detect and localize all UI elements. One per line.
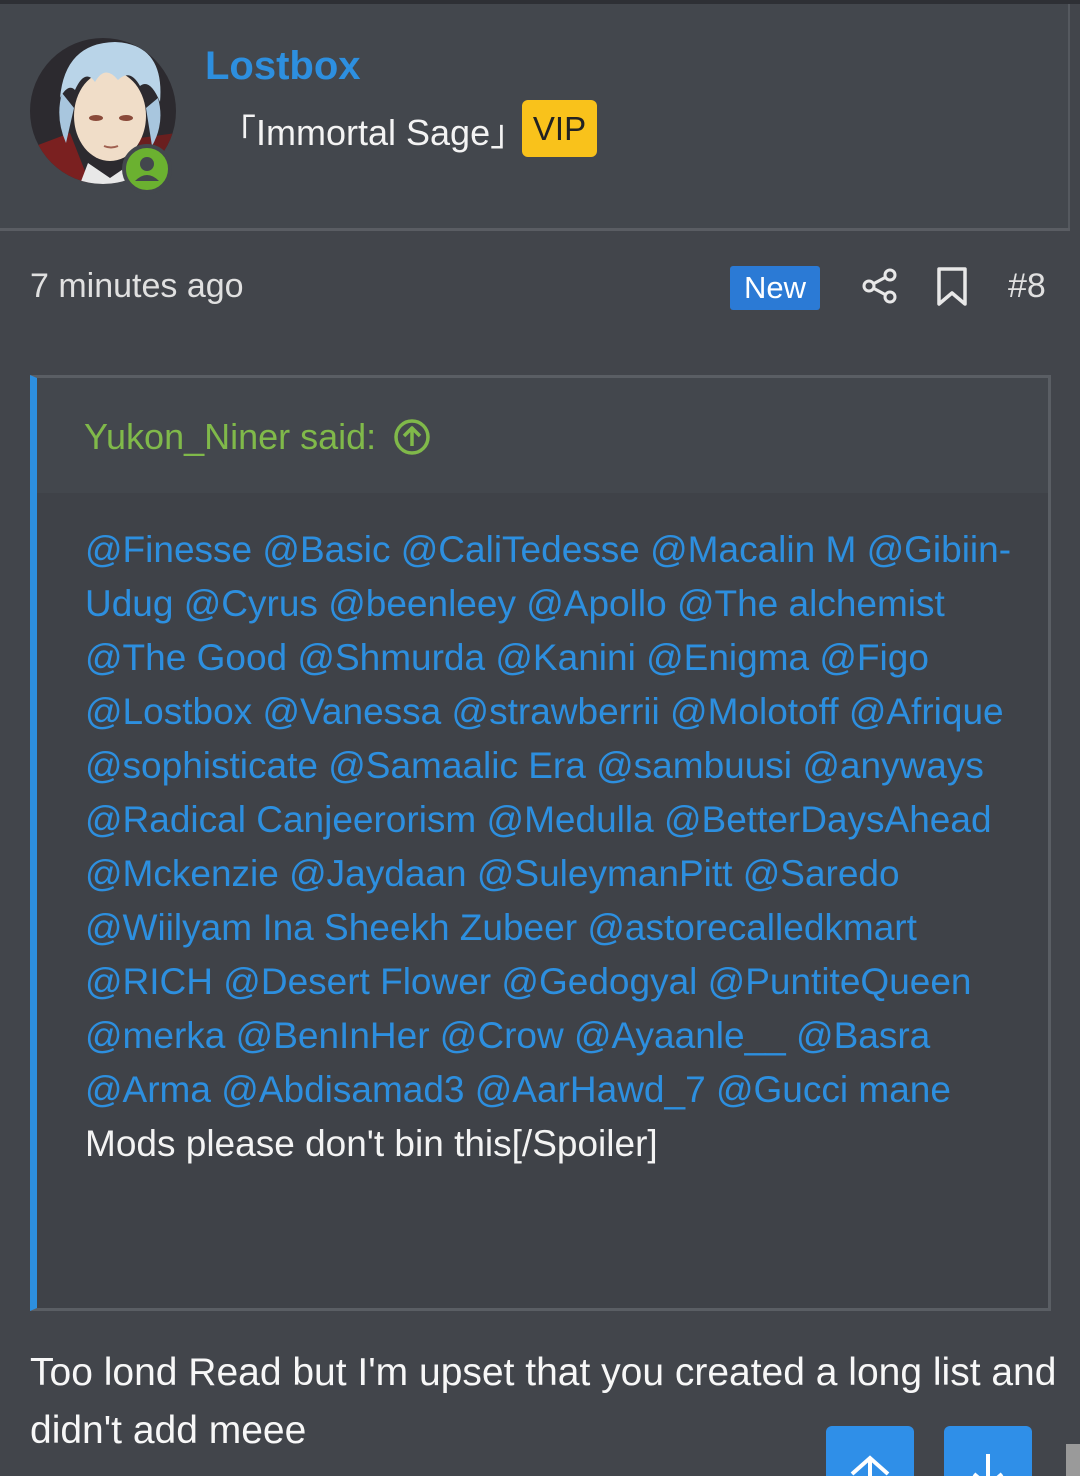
mention-link[interactable]: @Desert Flower	[223, 961, 491, 1002]
mention-link[interactable]: @CaliTedesse	[401, 529, 640, 570]
mention-link[interactable]: @Medulla	[487, 799, 654, 840]
mention-link[interactable]: @Wiilyam Ina Sheekh Zubeer	[85, 907, 577, 948]
quote-content: @Finesse @Basic @CaliTedesse @Macalin M …	[85, 523, 1015, 1171]
post-number[interactable]: #8	[1008, 267, 1046, 306]
quote-author[interactable]: Yukon_Niner said:	[84, 416, 376, 458]
mention-link[interactable]: @Basic	[262, 529, 390, 570]
mention-link[interactable]: @Saredo	[743, 853, 900, 894]
mention-link[interactable]: @Ayaanle__	[574, 1015, 786, 1056]
mention-link[interactable]: @Macalin M	[650, 529, 856, 570]
mention-link[interactable]: @strawberrii	[452, 691, 660, 732]
mention-link[interactable]: @SuleymanPitt	[477, 853, 733, 894]
mention-link[interactable]: @sophisticate	[85, 745, 318, 786]
mention-link[interactable]: @Gucci mane	[716, 1069, 951, 1110]
new-badge: New	[730, 266, 820, 310]
mention-link[interactable]: @Cyrus	[184, 583, 318, 624]
mention-link[interactable]: @Jaydaan	[289, 853, 466, 894]
mention-link[interactable]: @Lostbox	[85, 691, 252, 732]
mention-link[interactable]: @Basra	[796, 1015, 930, 1056]
mention-link[interactable]: @Arma	[85, 1069, 211, 1110]
mention-link[interactable]: @beenleey	[328, 583, 516, 624]
mention-link[interactable]: @Radical Canjeerorism	[85, 799, 476, 840]
mention-link[interactable]: @Gedogyal	[501, 961, 697, 1002]
mention-link[interactable]: @Molotoff	[670, 691, 839, 732]
mention-link[interactable]: @astorecalledkmart	[587, 907, 917, 948]
mention-list: @Finesse @Basic @CaliTedesse @Macalin M …	[85, 529, 1011, 1110]
arrow-down-icon	[972, 1454, 1004, 1476]
mention-link[interactable]: @Vanessa	[262, 691, 441, 732]
share-icon[interactable]	[860, 266, 900, 306]
quote-header: Yukon_Niner said:	[37, 378, 1048, 493]
post-timestamp[interactable]: 7 minutes ago	[30, 267, 244, 306]
online-status-icon	[122, 144, 172, 194]
quote-body: @Finesse @Basic @CaliTedesse @Macalin M …	[37, 493, 1048, 1308]
scroll-down-button[interactable]	[944, 1426, 1032, 1476]
username[interactable]: Lostbox	[205, 44, 361, 89]
mention-link[interactable]: @Afrique	[849, 691, 1004, 732]
quote-block: Yukon_Niner said: @Finesse @Basic @CaliT…	[30, 375, 1051, 1311]
mention-link[interactable]: @Samaalic Era	[328, 745, 586, 786]
mention-link[interactable]: @Apollo	[526, 583, 666, 624]
bookmark-icon[interactable]	[934, 266, 970, 308]
mention-link[interactable]: @PuntiteQueen	[708, 961, 972, 1002]
mention-link[interactable]: @BenInHer	[236, 1015, 430, 1056]
mention-link[interactable]: @anyways	[802, 745, 984, 786]
mention-link[interactable]: @Mckenzie	[85, 853, 279, 894]
scroll-up-button[interactable]	[826, 1426, 914, 1476]
mention-link[interactable]: @BetterDaysAhead	[664, 799, 992, 840]
mention-link[interactable]: @The alchemist	[677, 583, 945, 624]
vip-badge: VIP	[522, 100, 597, 157]
header-divider	[0, 228, 1070, 231]
mention-link[interactable]: @Shmurda	[297, 637, 485, 678]
mention-link[interactable]: @Figo	[819, 637, 929, 678]
user-header: Lostbox 「Immortal Sage」 VIP	[0, 4, 1070, 230]
mention-link[interactable]: @merka	[85, 1015, 225, 1056]
mention-link[interactable]: @Enigma	[646, 637, 809, 678]
arrow-up-icon	[850, 1455, 890, 1476]
mention-link[interactable]: @Kanini	[495, 637, 635, 678]
mention-link[interactable]: @Finesse	[85, 529, 252, 570]
quote-closing-text: Mods please don't bin this[/Spoiler]	[85, 1123, 658, 1164]
user-title: 「Immortal Sage」	[220, 112, 527, 153]
mention-link[interactable]: @Crow	[440, 1015, 564, 1056]
arrow-up-circle-icon[interactable]	[392, 417, 432, 457]
mention-link[interactable]: @Abdisamad3	[221, 1069, 464, 1110]
mention-link[interactable]: @RICH	[85, 961, 213, 1002]
mention-link[interactable]: @sambuusi	[596, 745, 792, 786]
quote-attribution[interactable]: Yukon_Niner said:	[84, 416, 432, 458]
mention-link[interactable]: @AarHawd_7	[475, 1069, 706, 1110]
mention-link[interactable]: @The Good	[85, 637, 287, 678]
scrollbar[interactable]	[1066, 1444, 1080, 1476]
